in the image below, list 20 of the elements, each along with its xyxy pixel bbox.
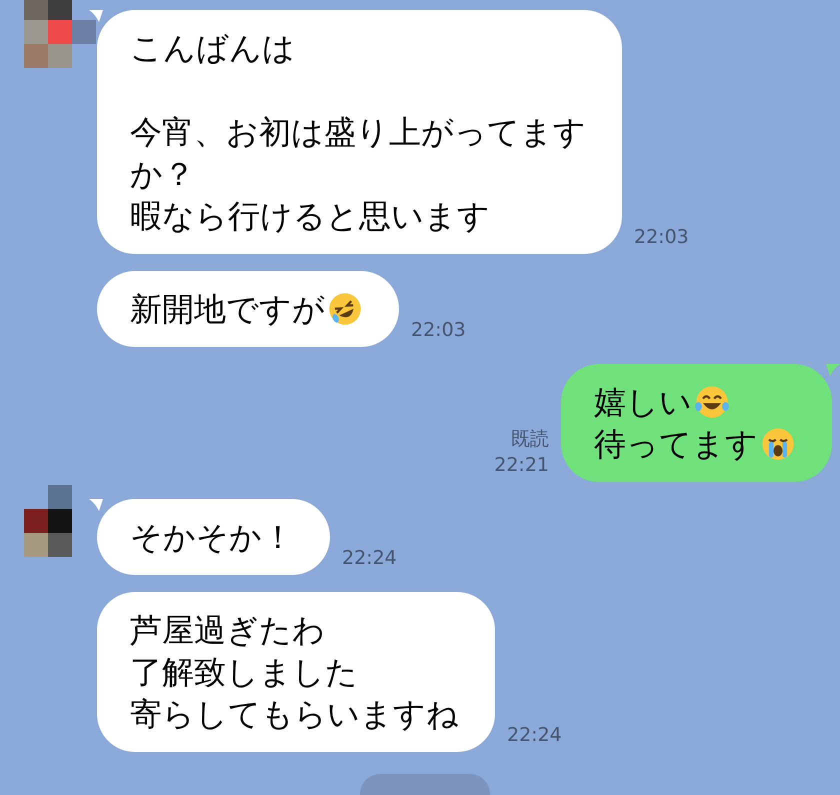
message-text: そかそか！ [130,517,294,558]
message-text: 嬉しい [594,382,692,423]
message-text: 新開地ですが [130,289,325,330]
message-text: 今宵、お初は盛り上がってます [130,112,586,153]
message-text: こんばんは [130,28,295,69]
crying-face-icon [760,426,796,462]
message-text: 待ってます [594,424,758,465]
message-text: 寄らしてもらいますね [130,694,459,735]
message-text: 了解致しました [130,652,358,693]
timestamp: 22:03 [634,225,689,250]
laughing-face-icon [327,291,363,327]
laughing-face-icon [694,384,730,420]
timestamp: 22:21 [494,453,549,478]
timestamp: 22:24 [342,546,397,571]
timestamp: 22:24 [507,723,562,748]
read-receipt: 既読 [511,427,549,452]
message-text: か？ [130,154,195,195]
message-text: 芦屋過ぎたわ [130,610,325,651]
timestamp: 22:03 [411,318,466,343]
message-text: 暇なら行けると思います [130,196,490,237]
